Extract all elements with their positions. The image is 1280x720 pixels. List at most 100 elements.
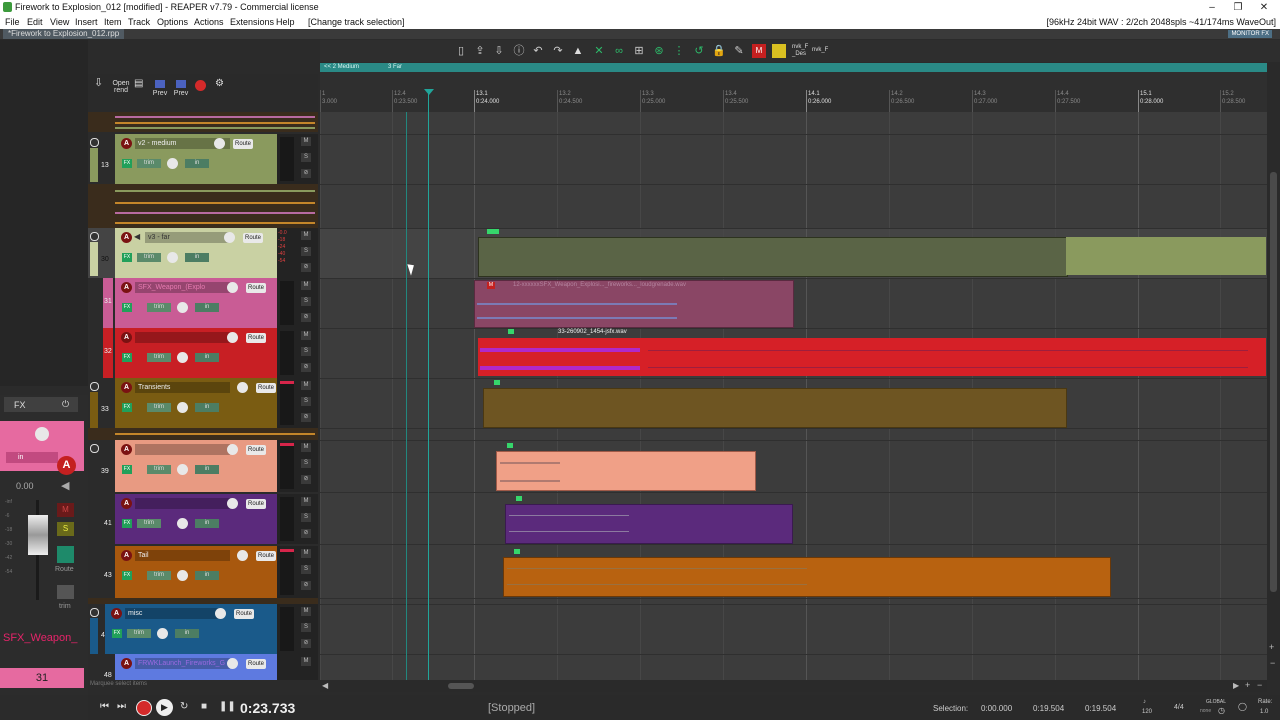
- pan-knob[interactable]: [177, 570, 188, 581]
- track-33[interactable]: 33 A Transients Route FX trim in M S ⊘: [88, 378, 318, 428]
- record-button[interactable]: [136, 700, 152, 716]
- play-button[interactable]: ▶: [156, 699, 173, 716]
- trim-icon[interactable]: [57, 585, 74, 599]
- playhead-marker-icon[interactable]: [424, 89, 434, 95]
- pause-icon[interactable]: ❚❚: [219, 701, 236, 713]
- arm-button[interactable]: A: [121, 332, 132, 343]
- track-panel[interactable]: A Route FX trim in: [115, 494, 278, 544]
- fx-button[interactable]: FX: [122, 519, 132, 528]
- folder-toggle-icon[interactable]: [90, 138, 99, 147]
- region-bar[interactable]: << 2 Medium 3 Far: [320, 63, 1267, 72]
- volume-knob[interactable]: [227, 332, 238, 343]
- mute-button[interactable]: M: [301, 443, 311, 452]
- track-name[interactable]: misc: [125, 608, 220, 619]
- track-panel[interactable]: A Tail Route FX trim in: [115, 546, 278, 598]
- folder-toggle-icon[interactable]: [90, 382, 99, 391]
- global-automation-mode[interactable]: none: [1200, 708, 1211, 714]
- stop-icon[interactable]: ■: [201, 701, 207, 713]
- volume-knob[interactable]: [224, 232, 235, 243]
- fx-button[interactable]: FX: [122, 303, 132, 312]
- track-name[interactable]: v3 - far: [145, 232, 230, 243]
- volume-knob[interactable]: [215, 608, 226, 619]
- audio-status[interactable]: [96kHz 24bit WAV : 2/2ch 2048spls ~41/17…: [1046, 17, 1276, 27]
- pan-knob[interactable]: [167, 158, 178, 169]
- mixer-arm-button[interactable]: A: [57, 456, 76, 475]
- solo-button[interactable]: S: [301, 459, 311, 468]
- trim-button[interactable]: trim: [147, 571, 171, 580]
- undo-icon[interactable]: ↶: [531, 44, 545, 58]
- scroll-thumb[interactable]: [448, 683, 474, 689]
- trim-button[interactable]: trim: [137, 253, 161, 262]
- lock-icon[interactable]: 🔒: [712, 44, 726, 58]
- mute-button[interactable]: M: [301, 137, 311, 146]
- folder-toggle-icon[interactable]: [90, 608, 99, 617]
- nvk-button-2[interactable]: nvk_F: [812, 47, 828, 53]
- mute-button[interactable]: M: [301, 607, 311, 616]
- fx-button[interactable]: FX: [122, 465, 132, 474]
- mixer-input-button[interactable]: in: [6, 452, 58, 463]
- route-button[interactable]: Route: [246, 283, 266, 293]
- media-item[interactable]: [1066, 237, 1266, 275]
- prev-button-1[interactable]: Prev: [152, 80, 168, 97]
- route-button[interactable]: Route: [243, 233, 263, 243]
- menu-extensions[interactable]: Extensions: [230, 17, 274, 27]
- mixer-mute-button[interactable]: M: [57, 503, 74, 517]
- input-button[interactable]: in: [185, 253, 209, 262]
- menu-item[interactable]: Item: [104, 17, 122, 27]
- grouping-icon[interactable]: ∞: [612, 44, 626, 58]
- metronome-small-icon[interactable]: ♪: [1143, 699, 1146, 705]
- trim-button[interactable]: trim: [137, 519, 161, 528]
- zoom-out-icon[interactable]: −: [1270, 658, 1275, 668]
- input-button[interactable]: in: [195, 353, 219, 362]
- menu-help[interactable]: Help: [276, 17, 295, 27]
- solo-button[interactable]: S: [301, 623, 311, 632]
- trim-button[interactable]: trim: [147, 303, 171, 312]
- loop-icon[interactable]: ↺: [692, 44, 706, 58]
- arm-button[interactable]: A: [111, 608, 122, 619]
- mute-button[interactable]: M: [301, 281, 311, 290]
- phase-button[interactable]: ⊘: [301, 639, 311, 648]
- item-mute-icon[interactable]: M: [487, 282, 495, 289]
- arm-button[interactable]: A: [121, 232, 132, 243]
- mute-button[interactable]: M: [301, 549, 311, 558]
- speaker-icon[interactable]: ◀: [134, 232, 140, 241]
- mixer-fx-button[interactable]: FX: [14, 400, 26, 410]
- envelope-icon[interactable]: ✎: [732, 44, 746, 58]
- input-button[interactable]: in: [195, 465, 219, 474]
- zoom-in-icon[interactable]: +: [1269, 642, 1274, 652]
- route-icon[interactable]: [57, 546, 74, 563]
- selection-length[interactable]: 0:19.504: [1085, 704, 1116, 713]
- phase-button[interactable]: ⊘: [301, 413, 311, 422]
- solo-button[interactable]: S: [301, 513, 311, 522]
- project-settings-icon[interactable]: ⓘ: [512, 44, 526, 58]
- arm-button[interactable]: A: [121, 138, 132, 149]
- mixer-track-name[interactable]: SFX_Weapon_: [3, 632, 77, 644]
- mute-button[interactable]: M: [301, 381, 311, 390]
- rate-knob-icon[interactable]: ◯: [1238, 702, 1247, 711]
- track-name[interactable]: [135, 444, 230, 455]
- save-project-icon[interactable]: ⇩: [492, 44, 506, 58]
- input-button[interactable]: in: [185, 159, 209, 168]
- open-project-icon[interactable]: ⇪: [473, 44, 487, 58]
- solo-button[interactable]: S: [301, 153, 311, 162]
- route-button[interactable]: Route: [246, 499, 266, 509]
- fx-button[interactable]: FX: [112, 629, 122, 638]
- input-button[interactable]: in: [195, 519, 219, 528]
- close-button[interactable]: ✕: [1252, 1, 1276, 14]
- trim-button[interactable]: trim: [127, 629, 151, 638]
- grid-icon[interactable]: ⊞: [632, 44, 646, 58]
- track-name[interactable]: Transients: [135, 382, 230, 393]
- scroll-left-icon[interactable]: ◀: [322, 681, 328, 690]
- pan-knob[interactable]: [157, 628, 168, 639]
- mute-button[interactable]: M: [301, 231, 311, 240]
- mute-button[interactable]: M: [301, 497, 311, 506]
- go-to-end-icon[interactable]: ⏭: [117, 701, 126, 713]
- track-39[interactable]: 39 A Route FX trim in M S ⊘: [88, 440, 318, 492]
- track-panel[interactable]: A Route FX trim in: [115, 328, 278, 378]
- menu-view[interactable]: View: [50, 17, 69, 27]
- rate-value[interactable]: 1.0: [1260, 709, 1268, 715]
- time-signature[interactable]: 4/4: [1174, 704, 1184, 711]
- track-name[interactable]: Tail: [135, 550, 230, 561]
- volume-knob[interactable]: [214, 138, 225, 149]
- track-32[interactable]: 32 A Route FX trim in M S ⊘: [88, 328, 318, 378]
